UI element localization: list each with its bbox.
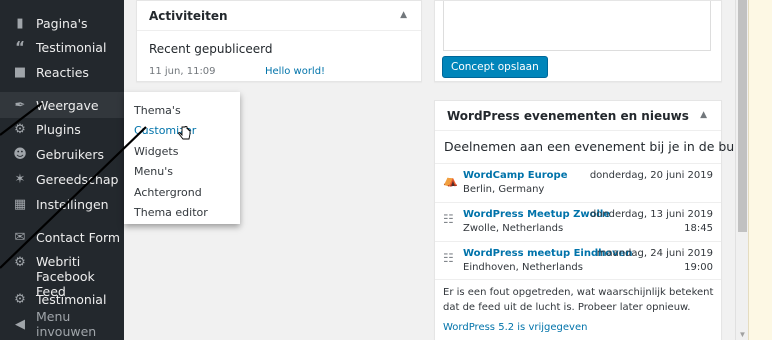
submenu-item-theme-editor[interactable]: Thema editor: [124, 203, 240, 224]
event-date: maandag, 24 juni 2019: [596, 248, 713, 259]
menu-item-label: Instellingen: [36, 196, 109, 212]
activity-panel: Activiteiten ▲ Recent gepubliceerd 11 ju…: [136, 0, 422, 82]
wrench-icon: ✶: [14, 171, 26, 187]
scrollbar-thumb[interactable]: [738, 0, 747, 232]
collapse-icon: ◀: [15, 316, 25, 332]
panel-title: Activiteiten: [149, 8, 228, 23]
event-location: Eindhoven, Netherlands: [463, 262, 583, 273]
submenu-item-widgets[interactable]: Widgets: [124, 141, 240, 162]
menu-collapse-button[interactable]: ◀ Menu invouwen: [0, 309, 124, 339]
news-link[interactable]: WordPress 5.2 is vrijgegeven: [443, 322, 587, 333]
appearance-submenu: Thema's Customizer Widgets Menu's Achter…: [124, 92, 240, 224]
menu-item-appearance[interactable]: ✒ Weergave: [0, 92, 124, 118]
menu-item-pages[interactable]: ▮ Pagina's: [0, 10, 124, 36]
event-title-link[interactable]: WordPress Meetup Zwolle: [463, 209, 610, 220]
event-item: ⛺ WordCamp Europe Berlin, Germany donder…: [435, 163, 721, 201]
submenu-item-background[interactable]: Achtergrond: [124, 182, 240, 203]
collapse-toggle-icon[interactable]: ▲: [400, 10, 407, 20]
menu-item-label: Pagina's: [36, 15, 88, 31]
menu-item-facebook-feed[interactable]: ⚙ Webriti Facebook Feed: [0, 248, 124, 299]
events-intro: Deelnemen aan een evenement bij je in de…: [444, 139, 771, 154]
menu-item-label: Testimonial: [36, 291, 107, 307]
post-date: 11 jun, 11:09: [149, 66, 216, 77]
menu-item-comments[interactable]: ■ Reacties: [0, 59, 124, 85]
menu-item-contact-form[interactable]: ✉ Contact Form: [0, 224, 124, 250]
scroll-down-arrow-icon[interactable]: ▼: [738, 330, 747, 340]
plugin-icon: ⚙: [14, 121, 26, 137]
menu-item-label: Contact Form: [36, 229, 121, 245]
quick-draft-panel: Concept opslaan: [434, 0, 722, 82]
draft-content-textarea[interactable]: [443, 1, 711, 51]
feed-error-divider: [435, 279, 721, 280]
post-link[interactable]: Hello world!: [265, 66, 325, 77]
menu-item-users[interactable]: ☻ Gebruikers: [0, 141, 124, 167]
activity-panel-header[interactable]: Activiteiten ▲: [137, 1, 421, 31]
wordcamp-icon: ⛺: [443, 173, 458, 187]
menu-item-label: Plugins: [36, 121, 81, 137]
settings-icon: ▦: [13, 196, 27, 212]
events-news-panel: WordPress evenementen en nieuws ▲ Deelne…: [434, 100, 771, 340]
menu-item-label: Gebruikers: [36, 146, 104, 162]
vertical-scrollbar[interactable]: ▼: [735, 0, 748, 340]
comment-icon: ■: [13, 64, 27, 80]
panel-title: WordPress evenementen en nieuws: [447, 108, 689, 123]
menu-item-label: Testimonial: [36, 39, 107, 55]
event-time: 19:00: [684, 262, 713, 273]
brush-icon: ✒: [14, 97, 26, 113]
meetup-icon: ☷: [443, 212, 454, 226]
event-title-link[interactable]: WordCamp Europe: [463, 170, 567, 181]
mail-icon: ✉: [14, 229, 26, 245]
event-location: Zwolle, Netherlands: [463, 223, 564, 234]
gear-icon: ⚙: [14, 254, 26, 270]
submenu-item-themes[interactable]: Thema's: [124, 100, 240, 121]
event-time: 18:45: [684, 223, 713, 234]
menu-item-label: Weergave: [36, 97, 99, 113]
hand-cursor-icon: [178, 126, 191, 140]
page-icon: ▮: [16, 15, 24, 31]
menu-item-label: Gereedschap: [36, 171, 119, 187]
events-intro-text: Deelnemen aan een evenement bij je in de…: [444, 139, 757, 154]
menu-item-testimonial[interactable]: “ Testimonial: [0, 34, 124, 60]
menu-item-plugins[interactable]: ⚙ Plugins: [0, 116, 124, 142]
event-item: ☷ WordPress meetup Eindhoven Eindhoven, …: [435, 241, 721, 279]
submenu-item-menus[interactable]: Menu's: [124, 162, 240, 183]
menu-item-settings[interactable]: ▦ Instellingen: [0, 191, 124, 217]
feed-error-message: Er is een fout opgetreden, wat waarschij…: [443, 287, 714, 313]
recently-published-heading: Recent gepubliceerd: [149, 42, 273, 56]
menu-item-label: Menu invouwen: [36, 309, 97, 339]
quote-icon: “: [15, 38, 25, 56]
event-date: donderdag, 20 juni 2019: [589, 170, 713, 181]
menu-item-label: Reacties: [36, 64, 89, 80]
save-draft-button[interactable]: Concept opslaan: [442, 56, 548, 78]
event-location: Berlin, Germany: [463, 184, 545, 195]
events-panel-header[interactable]: WordPress evenementen en nieuws ▲: [435, 101, 721, 131]
event-item: ☷ WordPress Meetup Zwolle Zwolle, Nether…: [435, 202, 721, 240]
gear-icon: ⚙: [14, 291, 26, 307]
collapse-toggle-icon[interactable]: ▲: [700, 110, 707, 120]
meetup-icon: ☷: [443, 251, 454, 265]
users-icon: ☻: [13, 146, 27, 162]
menu-item-tools[interactable]: ✶ Gereedschap: [0, 166, 124, 192]
notice-side-strip: [748, 0, 772, 340]
event-date: donderdag, 13 juni 2019: [589, 209, 713, 220]
admin-sidebar: ▮ Pagina's “ Testimonial ■ Reacties ✒ We…: [0, 0, 124, 340]
